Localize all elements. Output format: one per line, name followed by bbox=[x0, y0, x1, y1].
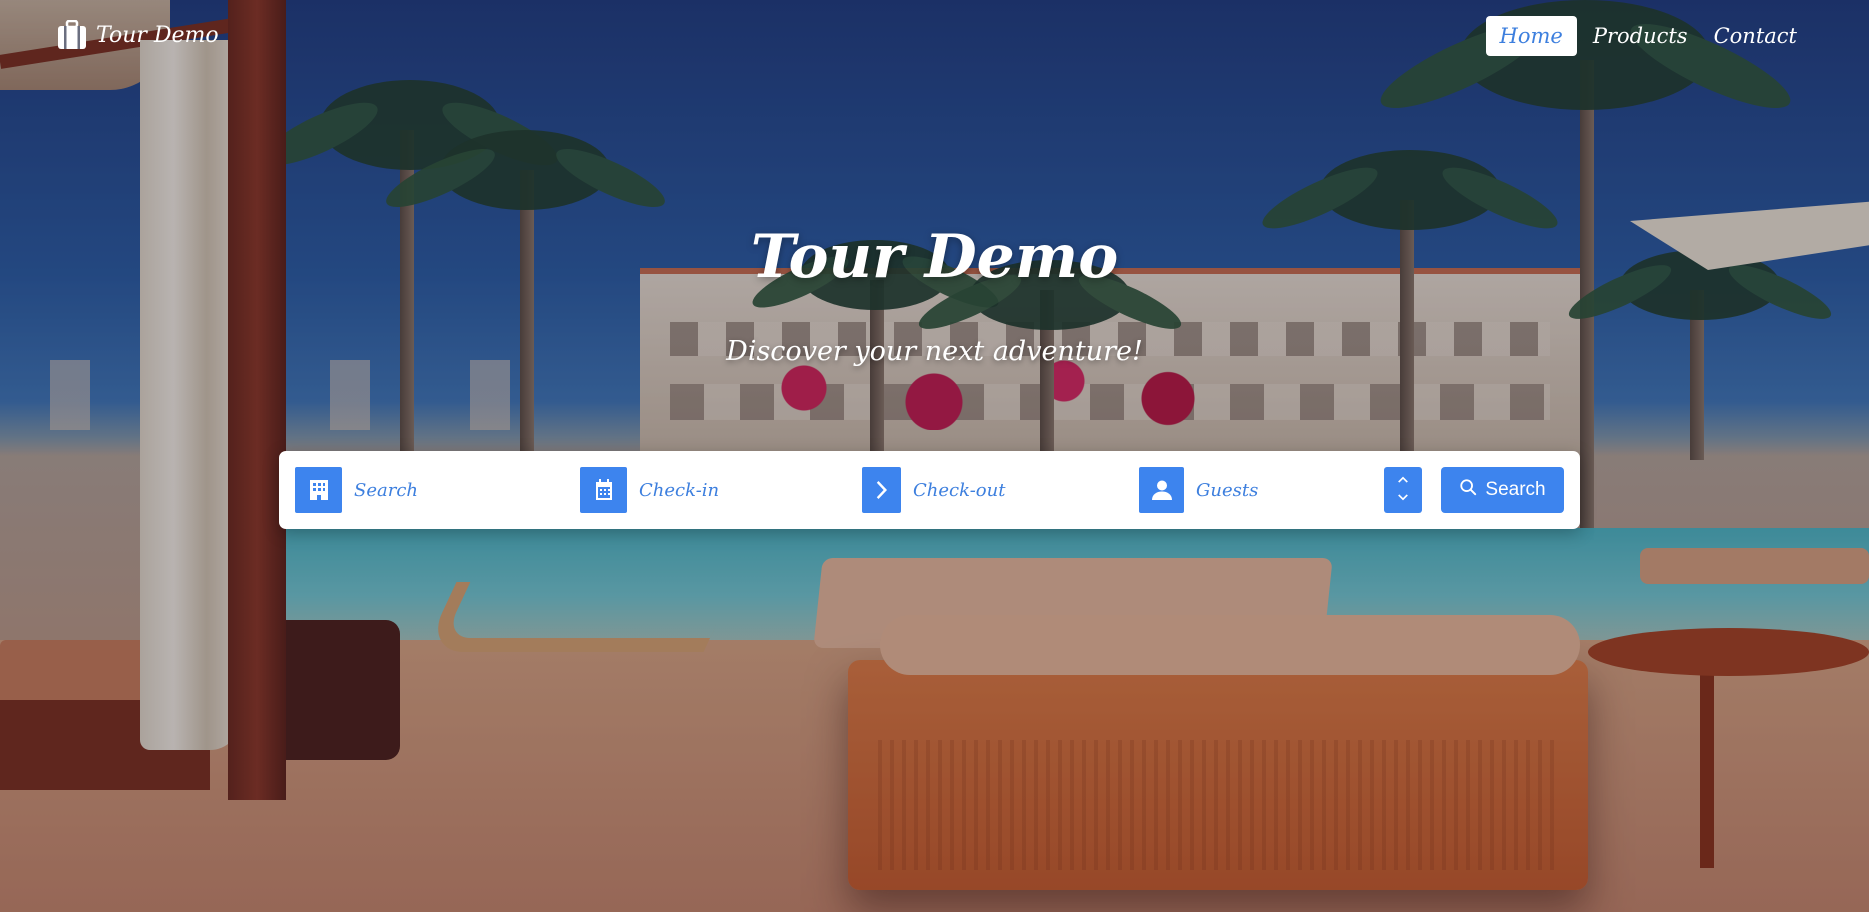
nav-link-products[interactable]: Products bbox=[1583, 16, 1698, 56]
hotel-icon bbox=[295, 467, 342, 513]
nav-link-contact[interactable]: Contact bbox=[1704, 16, 1807, 56]
guests-stepper[interactable] bbox=[1384, 467, 1422, 513]
check-in-input[interactable] bbox=[627, 467, 847, 513]
stepper-up-icon[interactable] bbox=[1397, 474, 1409, 488]
suitcase-icon bbox=[56, 19, 88, 50]
navbar: Tour Demo Home Products Contact bbox=[0, 0, 1869, 76]
check-in-field bbox=[580, 467, 847, 513]
check-out-field bbox=[862, 467, 1121, 513]
hero-subtitle: Discover your next adventure! bbox=[726, 336, 1143, 367]
check-out-input[interactable] bbox=[901, 467, 1121, 513]
hero-title: Tour Demo bbox=[750, 222, 1119, 292]
search-icon bbox=[1459, 478, 1477, 502]
brand-name: Tour Demo bbox=[96, 22, 219, 48]
nav-link-home[interactable]: Home bbox=[1485, 16, 1577, 56]
search-bar: Search bbox=[279, 451, 1580, 529]
guests-field bbox=[1139, 467, 1374, 513]
stepper-down-icon[interactable] bbox=[1397, 492, 1409, 506]
brand-link[interactable]: Tour Demo bbox=[56, 19, 219, 50]
chevron-right-icon bbox=[862, 467, 901, 513]
guests-input[interactable] bbox=[1184, 467, 1374, 513]
calendar-icon bbox=[580, 467, 627, 513]
destination-field bbox=[295, 467, 562, 513]
nav-links: Home Products Contact bbox=[1485, 16, 1807, 56]
search-button-label: Search bbox=[1485, 479, 1546, 500]
destination-search-input[interactable] bbox=[342, 467, 562, 513]
user-icon bbox=[1139, 467, 1184, 513]
search-button[interactable]: Search bbox=[1441, 467, 1564, 513]
